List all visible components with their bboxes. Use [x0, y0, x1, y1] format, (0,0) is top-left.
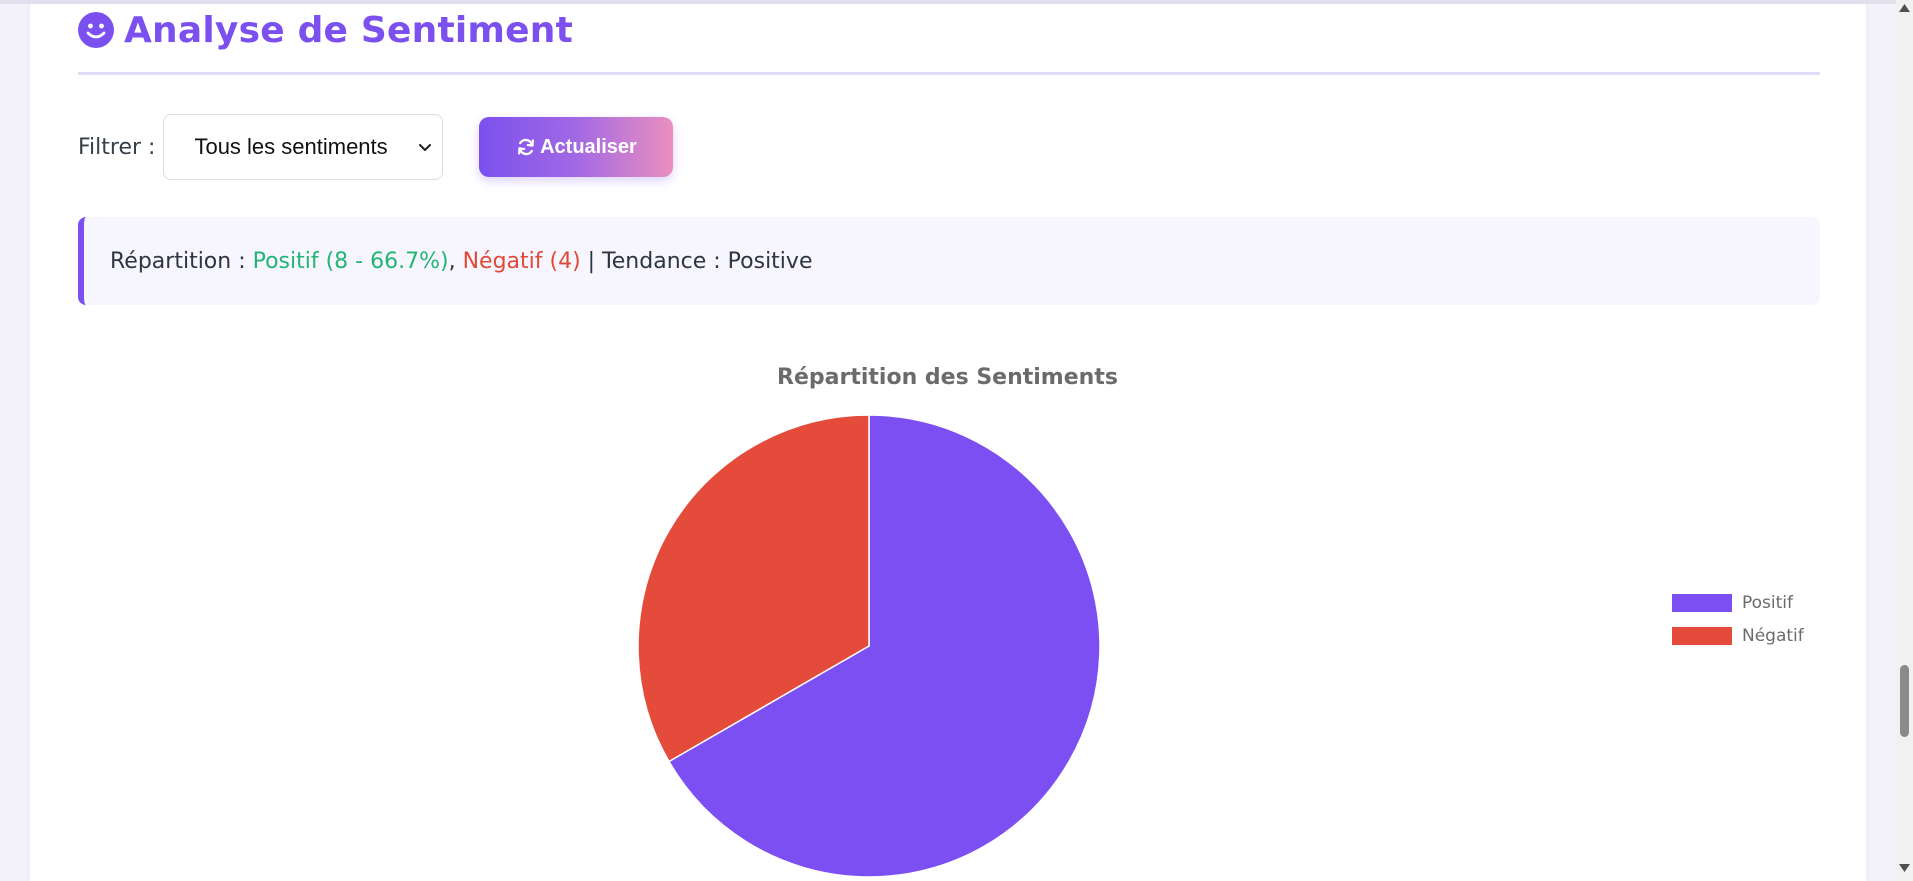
pie-chart: [637, 414, 1101, 878]
chart-title: Répartition des Sentiments: [777, 365, 1118, 390]
refresh-icon: [518, 138, 534, 156]
section-header: Analyse de Sentiment: [78, 10, 1820, 75]
chart-legend: Positif Négatif: [1672, 586, 1804, 652]
filter-label: Filtrer :: [78, 134, 156, 160]
vertical-scrollbar[interactable]: [1896, 0, 1913, 881]
sentiment-filter-select[interactable]: Tous les sentiments: [163, 114, 444, 180]
legend-label: Négatif: [1742, 625, 1804, 646]
smile-icon: [78, 12, 114, 48]
summary-trend: | Tendance : Positive: [580, 248, 813, 274]
summary-separator: ,: [448, 248, 463, 274]
filter-selected-value: Tous les sentiments: [194, 134, 388, 159]
section-title: Analyse de Sentiment: [124, 9, 573, 51]
legend-label: Positif: [1742, 592, 1793, 613]
refresh-button-label: Actualiser: [540, 135, 637, 158]
legend-item[interactable]: Négatif: [1672, 619, 1804, 652]
summary-prefix: Répartition :: [110, 248, 253, 274]
legend-swatch: [1672, 626, 1732, 645]
legend-swatch: [1672, 593, 1732, 612]
legend-item[interactable]: Positif: [1672, 586, 1804, 619]
sentiment-summary: Répartition : Positif (8 - 66.7%) , Néga…: [78, 217, 1820, 305]
summary-positive: Positif (8 - 66.7%): [252, 248, 449, 274]
scroll-up-icon[interactable]: [1899, 4, 1910, 12]
summary-negative: Négatif (4): [462, 248, 581, 274]
chevron-down-icon: [419, 144, 432, 151]
refresh-button[interactable]: Actualiser: [479, 117, 674, 177]
scrollbar-thumb[interactable]: [1900, 665, 1909, 737]
scroll-down-icon[interactable]: [1899, 864, 1910, 872]
filter-row: Filtrer : Tous les sentiments Actualiser: [78, 113, 674, 181]
